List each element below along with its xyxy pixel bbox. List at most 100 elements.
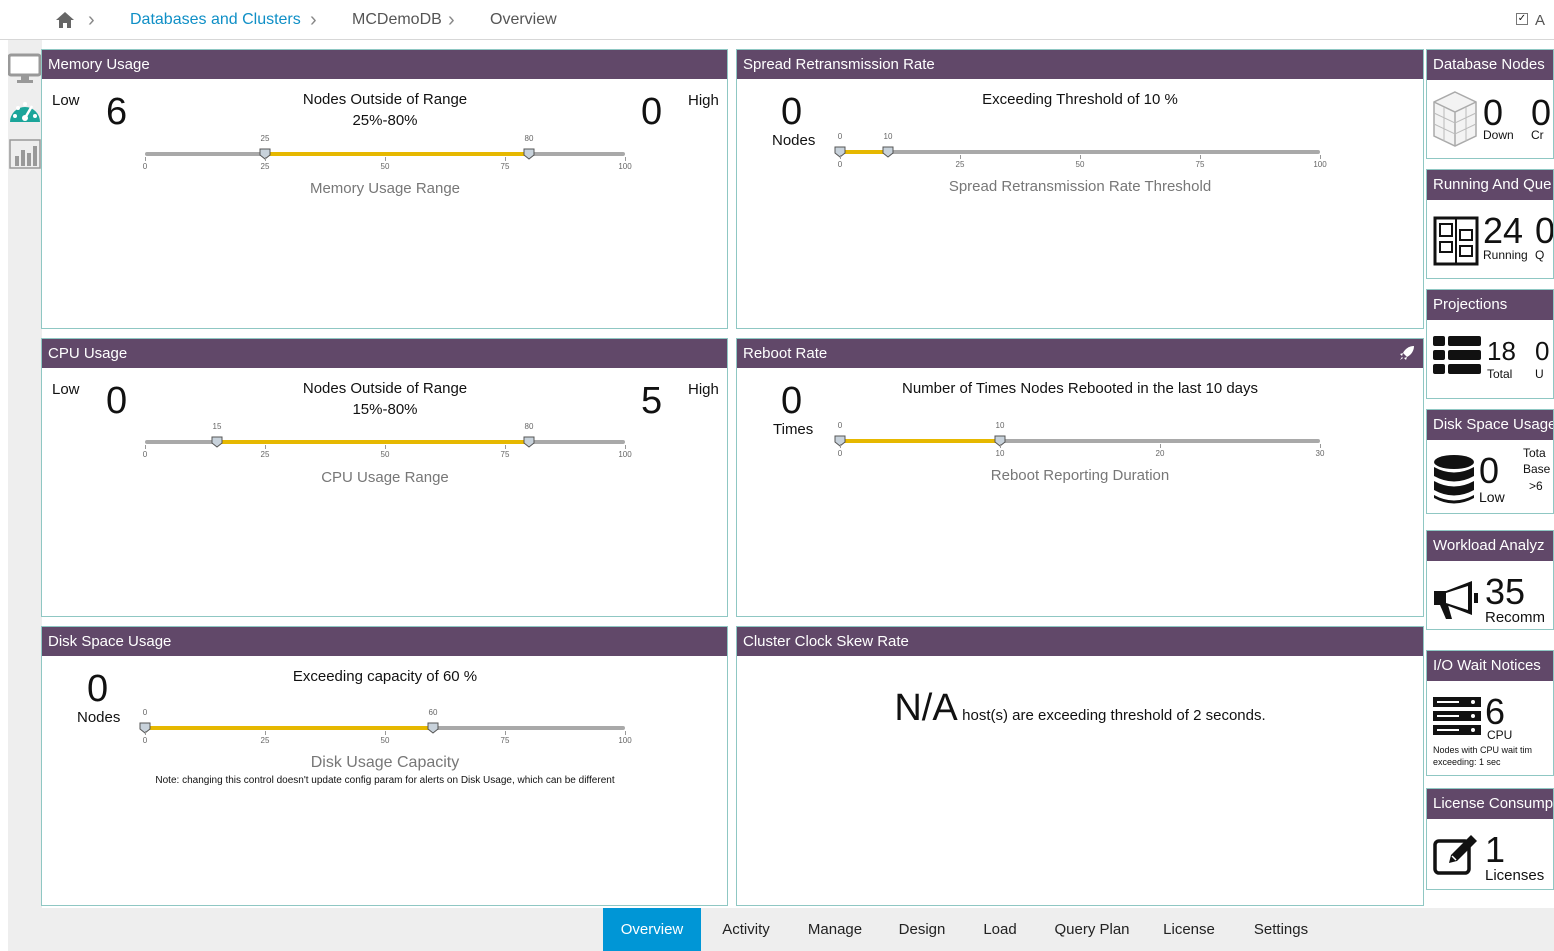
low-count[interactable]: 6 xyxy=(106,92,127,132)
high-label: High xyxy=(688,381,719,398)
dashboard-icon[interactable] xyxy=(8,96,42,132)
slider-handle[interactable] xyxy=(523,147,535,160)
slider-tick xyxy=(840,444,841,448)
bar-chart-icon[interactable] xyxy=(8,138,42,174)
reboot-rate-panel: Reboot Rate 0 Times Number of Times Node… xyxy=(736,338,1424,617)
projections-panel[interactable]: Projections 18 Total 0 U xyxy=(1426,289,1554,399)
tab-load[interactable]: Load xyxy=(974,908,1026,951)
checkbox-label: A xyxy=(1535,12,1546,29)
home-icon[interactable] xyxy=(55,11,75,29)
capacity-caption: Exceeding capacity of 60 % xyxy=(292,668,478,685)
slider-handle[interactable] xyxy=(523,435,535,448)
panel-title: Cluster Clock Skew Rate xyxy=(737,627,1423,656)
slider-tick-label: 75 xyxy=(1195,160,1205,169)
slider-tick xyxy=(505,445,506,449)
slider-tick xyxy=(625,445,626,449)
range-caption: Nodes Outside of Range xyxy=(302,91,468,108)
high-label: High xyxy=(688,92,719,109)
slider-handle-value: 10 xyxy=(995,421,1005,430)
auto-refresh-checkbox[interactable]: ✓ xyxy=(1516,13,1528,25)
panel-title: Reboot Rate xyxy=(737,339,1423,368)
monitor-icon[interactable] xyxy=(7,52,42,88)
slider-handle-value: 0 xyxy=(837,421,843,430)
spread-retransmission-panel: Spread Retransmission Rate 0 Nodes Excee… xyxy=(736,49,1424,329)
high-count[interactable]: 5 xyxy=(641,381,662,421)
range-label: Disk Usage Capacity xyxy=(310,754,460,771)
database-nodes-panel[interactable]: Database Nodes 0 Down 0 Cr xyxy=(1426,49,1554,159)
slider-tick xyxy=(145,157,146,161)
slider-handle-value: 25 xyxy=(260,134,270,143)
tab-settings[interactable]: Settings xyxy=(1246,908,1316,951)
disk-threshold-label: >6 xyxy=(1529,479,1543,493)
panel-title: Database Nodes xyxy=(1427,50,1553,80)
disk-space-usage-panel[interactable]: Disk Space Usage 0 Low Tota Base >6 xyxy=(1426,409,1554,514)
range-label: Memory Usage Range xyxy=(309,180,461,197)
disk-count[interactable]: 0 xyxy=(87,669,108,709)
low-count[interactable]: 0 xyxy=(106,381,127,421)
panel-title: Disk Space Usage xyxy=(42,627,727,656)
low-label: Low xyxy=(52,381,80,398)
panel-title: Workload Analyz xyxy=(1427,531,1553,561)
range-caption: Nodes Outside of Range xyxy=(302,380,468,397)
workload-analyzer-panel[interactable]: Workload Analyz 35 Recomm xyxy=(1426,530,1554,630)
tab-query-plan[interactable]: Query Plan xyxy=(1048,908,1136,951)
slider-tick-label: 100 xyxy=(618,450,632,459)
tab-manage[interactable]: Manage xyxy=(800,908,870,951)
cpu-wait-value: 6 xyxy=(1485,691,1506,732)
panel-title: Spread Retransmission Rate xyxy=(737,50,1423,79)
slider-fill xyxy=(840,439,1000,443)
unit-label: Times xyxy=(773,421,814,438)
slider-tick xyxy=(1320,155,1321,159)
cpu-wait-note: Nodes with CPU wait tim xyxy=(1433,745,1533,755)
slider-tick-label: 50 xyxy=(1075,160,1085,169)
panel-title: CPU Usage xyxy=(42,339,727,368)
clock-skew-value[interactable]: N/A xyxy=(894,687,957,729)
tab-overview[interactable]: Overview xyxy=(603,908,701,951)
breadcrumb-databases[interactable]: Databases and Clusters xyxy=(130,11,301,29)
slider-handle[interactable] xyxy=(427,721,439,734)
clock-skew-summary: N/A host(s) are exceeding threshold of 2… xyxy=(737,687,1423,730)
workload-value: 35 xyxy=(1485,571,1526,612)
slider-handle[interactable] xyxy=(211,435,223,448)
slider-tick-label: 75 xyxy=(500,450,510,459)
range-label: Spread Retransmission Rate Threshold xyxy=(948,178,1212,195)
range-value: 15%-80% xyxy=(352,401,418,418)
license-consumption-panel[interactable]: License Consump 1 Licenses xyxy=(1426,788,1554,890)
reboot-count[interactable]: 0 xyxy=(781,381,802,421)
slider-handle-value: 15 xyxy=(212,422,222,431)
server-icon xyxy=(1433,697,1481,742)
slider-fill xyxy=(265,152,529,156)
slider-tick-label: 10 xyxy=(995,449,1005,458)
slider-tick-label: 25 xyxy=(260,162,270,171)
panel-title: License Consump xyxy=(1427,789,1553,819)
running-queries-panel[interactable]: Running And Que 24 Running 0 Q xyxy=(1426,169,1554,279)
rocket-icon[interactable] xyxy=(1399,345,1415,361)
tab-design[interactable]: Design xyxy=(888,908,956,951)
panel-title: Memory Usage xyxy=(42,50,727,79)
tab-activity[interactable]: Activity xyxy=(710,908,782,951)
slider-handle-value: 0 xyxy=(837,132,843,141)
high-count[interactable]: 0 xyxy=(641,92,662,132)
list-icon xyxy=(1433,336,1481,381)
running-value: 24 xyxy=(1483,210,1524,251)
slider-handle-value: 80 xyxy=(524,134,534,143)
range-label: CPU Usage Range xyxy=(321,469,449,486)
io-wait-notices-panel[interactable]: I/O Wait Notices 6 CPU Nodes with CPU wa… xyxy=(1426,650,1554,776)
spread-count[interactable]: 0 xyxy=(781,92,802,132)
slider-tick-label: 30 xyxy=(1315,449,1325,458)
slider-tick xyxy=(960,155,961,159)
licenses-value: 1 xyxy=(1485,829,1506,870)
tab-license[interactable]: License xyxy=(1156,908,1222,951)
nodes-down-label: Down xyxy=(1483,128,1514,142)
breadcrumb-database[interactable]: MCDemoDB xyxy=(352,11,442,29)
slider-tick xyxy=(840,155,841,159)
slider-tick-label: 0 xyxy=(142,736,148,745)
projections-total-value: 18 xyxy=(1487,336,1516,366)
slider-tick-label: 25 xyxy=(955,160,965,169)
slider-track xyxy=(840,150,1320,154)
slider-handle[interactable] xyxy=(882,145,894,158)
disk-note: Note: changing this control doesn't upda… xyxy=(155,775,615,786)
disk-total-label: Tota xyxy=(1523,446,1546,460)
threshold-caption: Exceeding Threshold of 10 % xyxy=(982,91,1178,108)
left-nav xyxy=(7,40,42,908)
